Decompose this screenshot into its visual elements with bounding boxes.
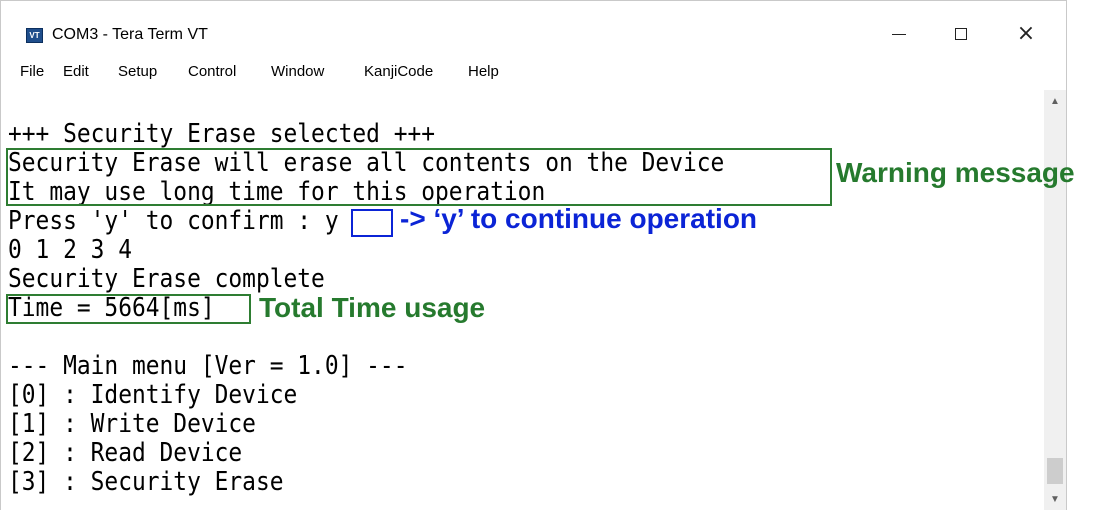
window-title: COM3 - Tera Term VT: [52, 26, 208, 43]
close-icon: ×: [1016, 21, 1036, 46]
minimize-icon: [892, 33, 906, 35]
warning-highlight-box: [6, 148, 832, 206]
maximize-icon: [955, 28, 967, 40]
menu-bar: File Edit Setup Control Window KanjiCode…: [1, 58, 1066, 88]
menu-setup[interactable]: Setup: [118, 63, 157, 80]
menu-file[interactable]: File: [20, 63, 44, 80]
title-bar[interactable]: VT COM3 - Tera Term VT ×: [1, 1, 1066, 55]
terminal-window: VT COM3 - Tera Term VT × File Edit Setup…: [0, 0, 1067, 510]
tera-term-app-icon[interactable]: VT: [26, 28, 43, 43]
scroll-down-icon[interactable]: ▼: [1044, 488, 1066, 510]
terminal-screen[interactable]: +++ Security Erase selected +++ Security…: [1, 90, 1044, 510]
menu-window[interactable]: Window: [271, 63, 324, 80]
minimize-button[interactable]: [876, 13, 922, 55]
scroll-thumb[interactable]: [1047, 458, 1063, 484]
menu-help[interactable]: Help: [468, 63, 499, 80]
terminal-line: +++ Security Erase selected +++: [8, 119, 436, 149]
terminal-line: --- Main menu [Ver = 1.0] ---: [8, 351, 408, 381]
warning-message-annotation: Warning message: [836, 157, 1075, 188]
terminal-line: [1] : Write Device: [8, 409, 256, 439]
total-time-annotation: Total Time usage: [259, 292, 486, 323]
menu-edit[interactable]: Edit: [63, 63, 89, 80]
terminal-line: [0] : Identify Device: [8, 380, 298, 410]
maximize-button[interactable]: [938, 13, 984, 55]
scroll-up-icon[interactable]: ▲: [1044, 90, 1066, 112]
terminal-line: Press 'y' to confirm : y: [8, 206, 339, 236]
vertical-scrollbar[interactable]: ▲ ▼: [1044, 90, 1066, 510]
menu-control[interactable]: Control: [188, 63, 236, 80]
close-button[interactable]: ×: [1003, 13, 1049, 55]
terminal-line: 0 1 2 3 4: [8, 235, 132, 265]
confirm-highlight-box: [351, 209, 393, 237]
continue-annotation: -> ‘y’ to continue operation: [400, 203, 758, 234]
time-highlight-box: [6, 294, 251, 324]
terminal-line: [3] : Security Erase: [8, 467, 284, 497]
menu-kanjicode[interactable]: KanjiCode: [364, 63, 433, 80]
terminal-line: [2] : Read Device: [8, 438, 243, 468]
terminal-line: Security Erase complete: [8, 264, 325, 294]
